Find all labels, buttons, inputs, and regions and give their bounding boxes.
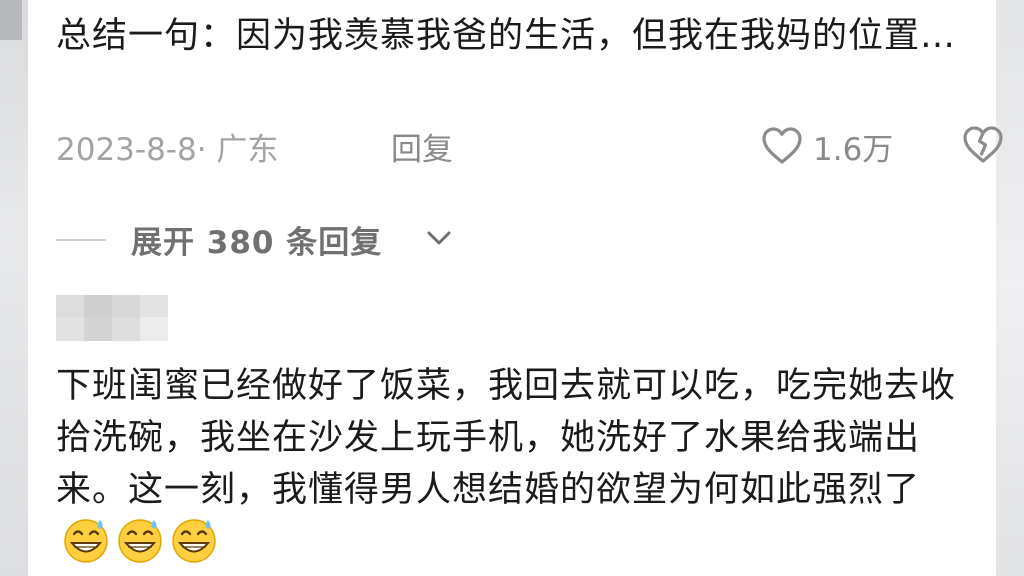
expand-replies-label: 展开 380 条回复 <box>131 225 383 261</box>
left-blur-strip <box>0 0 28 576</box>
broken-heart-icon[interactable] <box>961 125 1005 165</box>
right-blur-strip <box>996 0 1024 576</box>
comment-2-body: 下班闺蜜已经做好了饭菜，我回去就可以吃，吃完她去收拾洗碗，我坐在沙发上玩手机，她… <box>56 366 957 510</box>
screen: 总结一句：因为我羡慕我爸的生活，但我在我妈的位置… 2023-8-8· 广东 回… <box>0 0 1024 576</box>
expand-replies-button[interactable]: 展开 380 条回复 <box>56 215 656 265</box>
reply-button[interactable]: 回复 <box>391 124 453 169</box>
grin-sweat-emoji-icon <box>172 519 216 563</box>
comment-1-meta: 2023-8-8· 广东 回复 1.6万 <box>56 120 1003 170</box>
chevron-down-icon <box>427 231 451 245</box>
heart-outline-icon <box>762 127 802 164</box>
divider-line <box>56 239 106 241</box>
like-count: 1.6万 <box>813 132 894 168</box>
grin-sweat-emoji-icon <box>64 519 108 563</box>
comment-list: 总结一句：因为我羡慕我爸的生活，但我在我妈的位置… 2023-8-8· 广东 回… <box>28 0 1003 576</box>
blurred-username <box>56 295 168 341</box>
grin-sweat-emoji-icon <box>118 519 162 563</box>
comment-date-location: 2023-8-8· 广东 <box>56 132 279 168</box>
comment-2-text[interactable]: 下班闺蜜已经做好了饭菜，我回去就可以吃，吃完她去收拾洗碗，我坐在沙发上玩手机，她… <box>56 360 976 571</box>
comment-1-text[interactable]: 总结一句：因为我羡慕我爸的生活，但我在我妈的位置… <box>56 10 976 62</box>
emoji-group <box>62 516 218 564</box>
